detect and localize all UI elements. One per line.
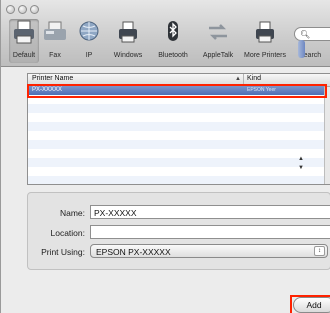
toolbar-bluetooth-label: Bluetooth [158,52,188,59]
sort-ascending-icon: ▲ [235,76,241,82]
toolbar-default-button[interactable]: Default [9,19,39,63]
toolbar-windows-button[interactable]: Windows [105,19,151,63]
toolbar-windows-label: Windows [113,52,143,59]
appletalk-icon [209,24,227,40]
fax-icon [44,21,66,40]
list-row-empty [28,158,324,167]
column-printer-name[interactable]: Printer Name [32,75,73,82]
selected-printer-highlight [27,84,327,98]
list-scrollbar[interactable] [324,87,330,184]
print-using-popup[interactable]: EPSON PX-XXXXX [90,244,328,258]
search-field[interactable]: 🔍︎ [294,27,330,41]
name-field[interactable]: PX-XXXXX [90,205,330,219]
zoom-window-button[interactable] [30,5,39,14]
default-printer-icon [14,20,34,44]
list-row-empty [28,140,324,149]
location-label: Location: [50,228,86,238]
toolbar-appletalk-label: AppleTalk [202,52,234,59]
bluetooth-icon [168,21,178,41]
ip-globe-icon [79,21,99,41]
toolbar-more-printers-label: More Printers [243,52,286,59]
toolbar-bluetooth-button[interactable]: Bluetooth [151,19,195,63]
toolbar-default-label: Default [12,52,36,59]
print-using-value: EPSON PX-XXXXX [96,247,171,257]
toolbar-more-printers-button[interactable]: More Printers [241,19,289,63]
name-value: PX-XXXXX [94,208,137,218]
list-row-empty [28,122,324,131]
list-row-empty [28,167,324,176]
popup-arrows-icon: ↕ [314,246,325,256]
add-printer-window: Default Fax IP Windows Bluetooth AppleTa… [0,0,330,313]
toolbar-ip-button[interactable]: IP [74,19,104,63]
toolbar-fax-label: Fax [49,52,61,59]
toolbar-appletalk-button[interactable]: AppleTalk [194,19,242,63]
list-row-empty [28,176,324,184]
close-window-button[interactable] [6,5,15,14]
toolbar-fax-button[interactable]: Fax [41,19,69,63]
list-row-empty [28,113,324,122]
list-row-empty [28,104,324,113]
scroll-down-arrow-icon[interactable]: ▼ [298,165,304,171]
list-row-empty [28,149,324,158]
toolbar: Default Fax IP Windows Bluetooth AppleTa… [1,0,330,67]
column-kind[interactable]: Kind [247,75,261,82]
search-icon: 🔍︎ [300,30,311,39]
name-label: Name: [59,208,85,218]
location-field[interactable] [90,225,330,239]
minimize-window-button[interactable] [18,5,27,14]
toolbar-ip-label: IP [85,52,93,59]
add-button-highlight [290,295,330,313]
windows-printer-icon [119,21,137,43]
scroll-up-arrow-icon[interactable]: ▲ [298,156,304,162]
list-row-empty [28,131,324,140]
list-scrollbar-thumb[interactable] [298,40,305,58]
printer-rows: PX-XXXXX EPSON Yeer [28,86,324,184]
more-printers-icon [256,21,274,43]
print-using-label: Print Using: [41,247,85,257]
